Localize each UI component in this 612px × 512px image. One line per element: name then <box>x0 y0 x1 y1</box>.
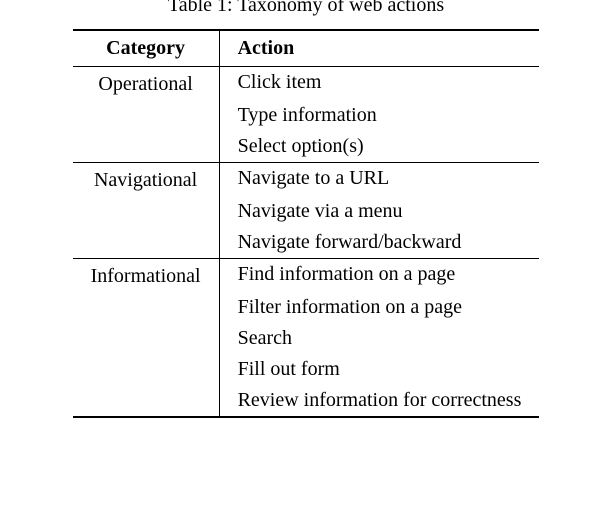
table-row: Navigate forward/backward <box>73 227 540 259</box>
cell-category <box>73 385 219 417</box>
table-row: Operational Click item <box>73 67 540 101</box>
table-row: Select option(s) <box>73 131 540 163</box>
cell-category <box>73 292 219 323</box>
table-row: Review information for correctness <box>73 385 540 417</box>
cell-category: Navigational <box>73 163 219 197</box>
table-row: Search <box>73 323 540 354</box>
cell-category <box>73 227 219 259</box>
cell-category <box>73 323 219 354</box>
table-caption: Table 1: Taxonomy of web actions <box>0 0 612 17</box>
cell-action: Navigate to a URL <box>219 163 539 197</box>
cell-action: Navigate forward/backward <box>219 227 539 259</box>
cell-category: Informational <box>73 259 219 293</box>
col-action-header: Action <box>219 30 539 67</box>
cell-action: Find information on a page <box>219 259 539 293</box>
cell-action: Filter information on a page <box>219 292 539 323</box>
cell-category: Operational <box>73 67 219 101</box>
table-row: Navigate via a menu <box>73 196 540 227</box>
table-container: Category Action Operational Click item T… <box>0 29 612 418</box>
table-row: Informational Find information on a page <box>73 259 540 293</box>
col-category-header: Category <box>73 30 219 67</box>
cell-action: Navigate via a menu <box>219 196 539 227</box>
cell-category <box>73 100 219 131</box>
table-row: Filter information on a page <box>73 292 540 323</box>
cell-action: Click item <box>219 67 539 101</box>
table-row: Type information <box>73 100 540 131</box>
cell-action: Select option(s) <box>219 131 539 163</box>
cell-action: Search <box>219 323 539 354</box>
taxonomy-table: Category Action Operational Click item T… <box>73 29 540 418</box>
cell-category <box>73 131 219 163</box>
cell-category <box>73 354 219 385</box>
table-row: Fill out form <box>73 354 540 385</box>
cell-action: Type information <box>219 100 539 131</box>
cell-action: Fill out form <box>219 354 539 385</box>
cell-category <box>73 196 219 227</box>
cell-action: Review information for correctness <box>219 385 539 417</box>
table-head-row: Category Action <box>73 30 540 67</box>
table-row: Navigational Navigate to a URL <box>73 163 540 197</box>
